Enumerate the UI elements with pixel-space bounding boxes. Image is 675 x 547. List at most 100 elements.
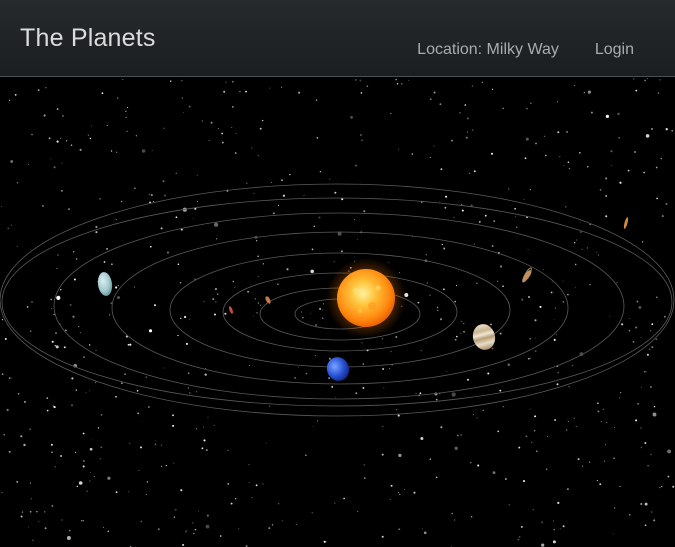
star (453, 216, 455, 219)
planet-uranus[interactable] (96, 271, 113, 297)
star (398, 272, 400, 274)
star (482, 409, 484, 411)
star (439, 318, 443, 321)
star (534, 319, 537, 322)
location-link[interactable]: Location: Milky Way (417, 41, 559, 59)
star (589, 224, 591, 226)
star (599, 189, 602, 191)
star (408, 79, 410, 81)
star (172, 424, 175, 427)
star (419, 392, 422, 395)
planet-jupiter[interactable] (470, 322, 498, 353)
star (552, 540, 556, 544)
star (343, 497, 345, 500)
star (194, 528, 197, 531)
star (545, 468, 548, 470)
star (643, 171, 645, 174)
star (223, 90, 226, 93)
star (398, 491, 400, 493)
planet-mars[interactable] (623, 217, 629, 229)
star (334, 502, 336, 504)
star (366, 85, 369, 88)
star (232, 106, 234, 108)
star (314, 355, 316, 357)
star (661, 215, 664, 218)
star (45, 87, 47, 89)
star (635, 419, 638, 422)
star (17, 392, 20, 395)
star (316, 137, 319, 139)
star (10, 224, 12, 226)
star (467, 131, 469, 133)
star (359, 133, 362, 137)
star (93, 475, 95, 477)
star (161, 465, 163, 467)
star (517, 538, 520, 541)
star (322, 303, 325, 305)
star (568, 167, 571, 170)
star (573, 84, 575, 86)
star (415, 393, 417, 395)
star (671, 130, 673, 132)
star (526, 107, 528, 110)
sun[interactable] (326, 258, 406, 338)
star (257, 275, 259, 278)
star (516, 226, 518, 228)
star (127, 343, 130, 346)
login-link[interactable]: Login (595, 41, 634, 59)
star (28, 526, 30, 528)
star (312, 426, 314, 428)
star (303, 194, 305, 196)
star (476, 282, 478, 285)
star (557, 501, 560, 504)
star (462, 322, 465, 325)
star (248, 365, 250, 366)
star (16, 480, 19, 483)
star (53, 313, 55, 316)
solar-system-scene[interactable] (0, 78, 675, 547)
star (217, 128, 219, 130)
star (207, 416, 209, 418)
star (499, 265, 503, 268)
planet-neptune[interactable] (324, 354, 353, 384)
star (55, 345, 59, 349)
star (0, 205, 2, 207)
star (491, 88, 494, 90)
star (72, 251, 75, 253)
star (319, 171, 322, 173)
star (333, 261, 335, 263)
star (196, 391, 198, 393)
star (398, 453, 402, 458)
planet-venus[interactable] (228, 306, 234, 315)
star (605, 114, 610, 119)
star (29, 428, 32, 431)
star (525, 137, 529, 141)
star (61, 114, 64, 117)
app-title[interactable]: The Planets (20, 24, 156, 53)
star (319, 307, 322, 310)
star (247, 290, 250, 293)
star (66, 536, 71, 540)
star (31, 133, 33, 136)
star (251, 496, 253, 499)
star (55, 332, 57, 335)
star (88, 480, 91, 482)
star (153, 304, 157, 307)
star (169, 80, 172, 82)
star (619, 397, 621, 399)
star (106, 247, 109, 250)
star (277, 283, 279, 285)
star (196, 174, 198, 176)
star (201, 120, 204, 122)
star (597, 410, 600, 413)
star (603, 460, 606, 462)
star (464, 104, 467, 106)
star (152, 201, 154, 203)
star (469, 172, 471, 174)
star (553, 338, 556, 341)
star (82, 520, 85, 522)
star (459, 112, 461, 114)
star (420, 349, 423, 352)
star (139, 446, 143, 449)
star (567, 161, 570, 163)
